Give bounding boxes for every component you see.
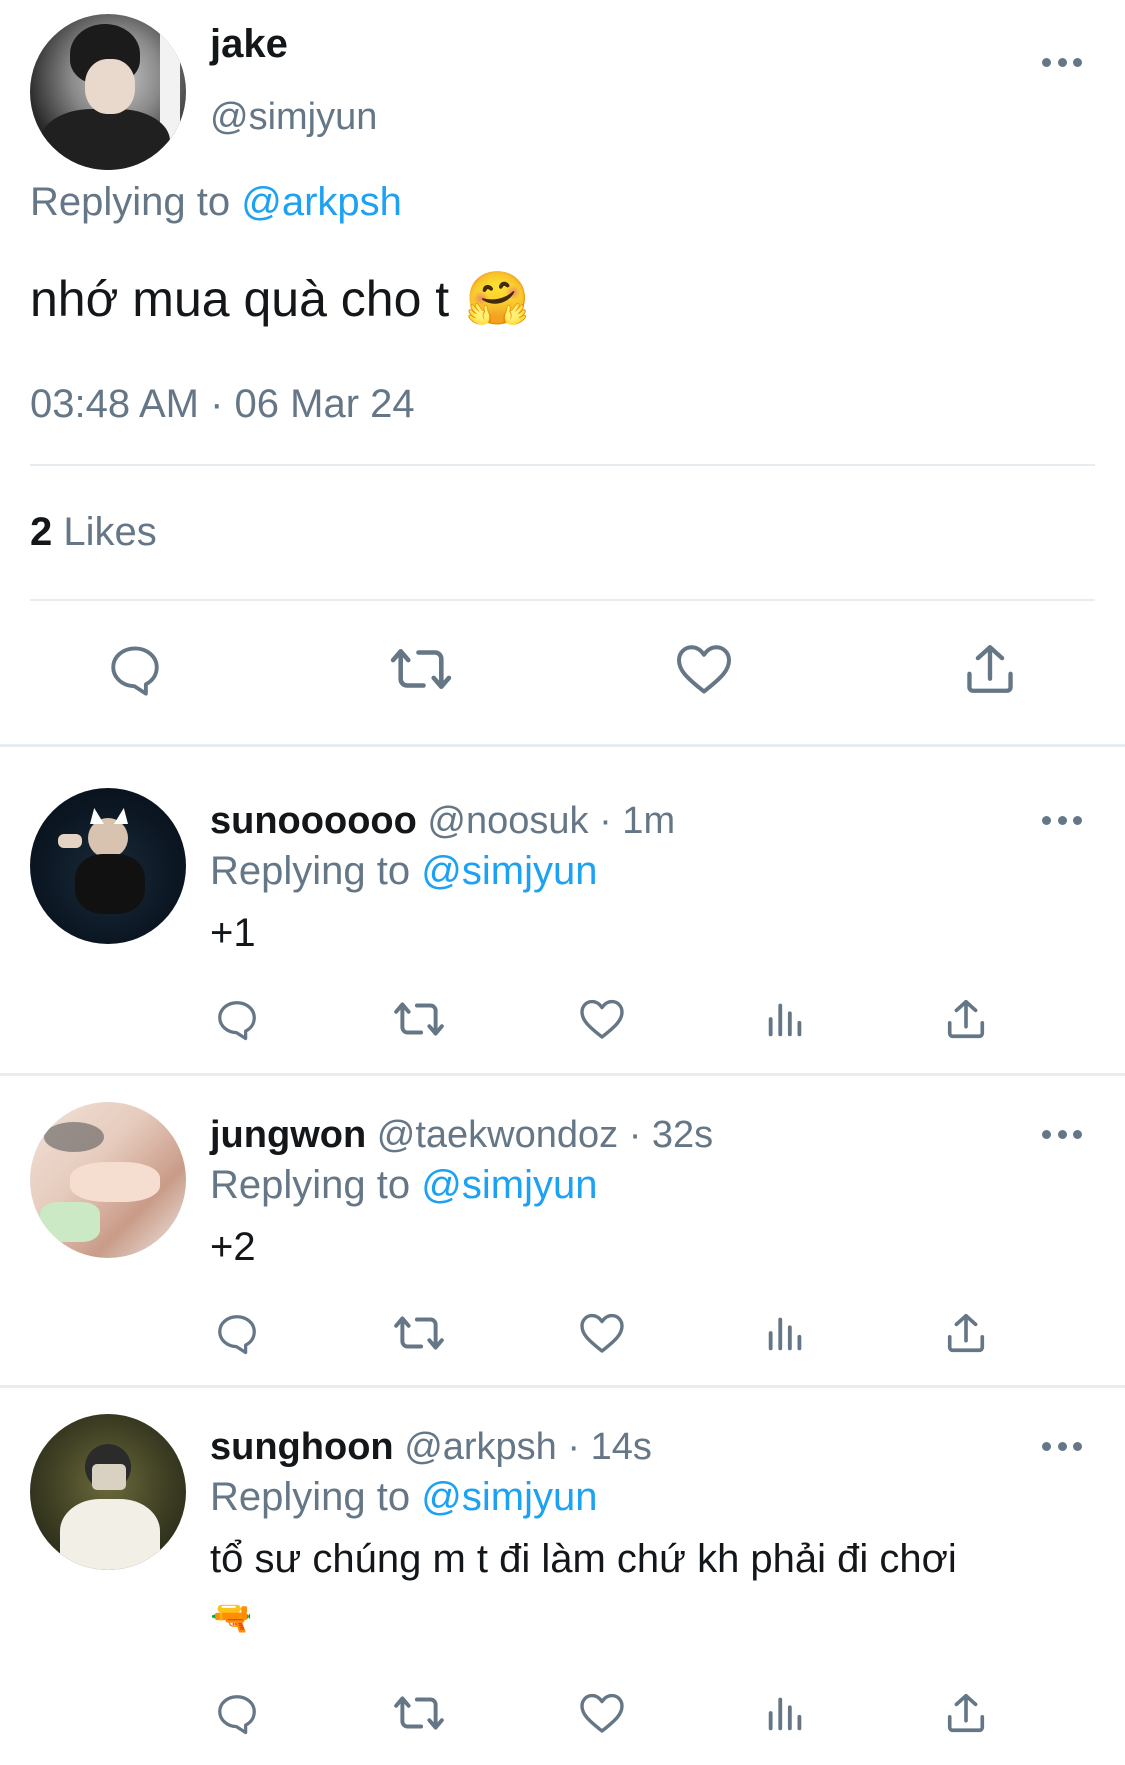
retweet-icon[interactable] bbox=[392, 1310, 446, 1356]
reply-author-name[interactable]: sunghoon bbox=[210, 1426, 394, 1468]
reply-tweet[interactable]: jungwon @taekwondoz · 32s Replying to @s… bbox=[0, 1076, 1125, 1386]
replying-to-line: Replying to @simjyun bbox=[210, 1475, 597, 1520]
likes-number: 2 bbox=[30, 510, 53, 554]
water-pistol-emoji: 🔫 bbox=[210, 1598, 253, 1638]
main-author-name[interactable]: jake bbox=[210, 22, 288, 67]
reply-icon[interactable] bbox=[214, 1690, 260, 1736]
main-tweet: jake @simjyun Replying to @arkpsh nhớ mu… bbox=[0, 0, 1125, 745]
reply-action-bar bbox=[0, 996, 1125, 1046]
more-options-icon[interactable] bbox=[1042, 1128, 1082, 1140]
reply-avatar[interactable] bbox=[30, 788, 186, 944]
replying-prefix: Replying to bbox=[210, 1163, 411, 1207]
divider bbox=[30, 599, 1095, 601]
retweet-icon[interactable] bbox=[388, 640, 454, 698]
more-options-icon[interactable] bbox=[1042, 814, 1082, 826]
replying-prefix: Replying to bbox=[30, 180, 231, 224]
reply-time: · 14s bbox=[567, 1426, 652, 1468]
share-icon[interactable] bbox=[944, 1690, 988, 1736]
divider bbox=[30, 464, 1095, 466]
reply-author-handle[interactable]: @taekwondoz bbox=[377, 1114, 618, 1156]
reply-author-name[interactable]: jungwon bbox=[210, 1114, 366, 1156]
main-action-bar bbox=[0, 640, 1125, 710]
likes-label: Likes bbox=[52, 510, 157, 554]
likes-count[interactable]: 2 Likes bbox=[30, 510, 157, 555]
share-icon[interactable] bbox=[944, 1310, 988, 1356]
replying-to-link[interactable]: @simjyun bbox=[421, 849, 597, 893]
reply-text: +1 bbox=[210, 911, 256, 955]
hugging-face-emoji: 🤗 bbox=[465, 269, 530, 329]
analytics-icon[interactable] bbox=[764, 996, 808, 1042]
reply-header: sunghoon @arkpsh · 14s bbox=[210, 1426, 652, 1469]
retweet-icon[interactable] bbox=[392, 1690, 446, 1736]
like-icon[interactable] bbox=[578, 1310, 626, 1356]
reply-action-bar bbox=[0, 1690, 1125, 1740]
divider bbox=[0, 744, 1125, 747]
reply-time: · 32s bbox=[628, 1114, 714, 1156]
reply-author-handle[interactable]: @noosuk bbox=[427, 800, 588, 842]
replying-to-link[interactable]: @simjyun bbox=[421, 1475, 597, 1519]
more-options-icon[interactable] bbox=[1042, 1440, 1082, 1452]
main-avatar[interactable] bbox=[30, 14, 186, 170]
reply-text: +2 bbox=[210, 1225, 256, 1269]
analytics-icon[interactable] bbox=[764, 1310, 808, 1356]
replying-prefix: Replying to bbox=[210, 1475, 411, 1519]
tweet-text-content: nhớ mua quà cho t bbox=[30, 270, 450, 327]
like-icon[interactable] bbox=[674, 640, 734, 698]
reply-header: sunoooooo @noosuk · 1m bbox=[210, 800, 675, 843]
main-author-handle[interactable]: @simjyun bbox=[210, 96, 377, 139]
replying-to-line: Replying to @simjyun bbox=[210, 849, 597, 894]
reply-author-name[interactable]: sunoooooo bbox=[210, 800, 417, 842]
reply-icon[interactable] bbox=[106, 640, 164, 698]
retweet-icon[interactable] bbox=[392, 996, 446, 1042]
reply-header: jungwon @taekwondoz · 32s bbox=[210, 1114, 713, 1157]
replying-to-line: Replying to @arkpsh bbox=[30, 180, 402, 225]
more-options-icon[interactable] bbox=[1042, 56, 1082, 68]
tweet-timestamp[interactable]: 03:48 AM · 06 Mar 24 bbox=[30, 382, 415, 427]
reply-time: · 1m bbox=[599, 800, 676, 842]
reply-tweet[interactable]: sunoooooo @noosuk · 1m Replying to @simj… bbox=[0, 748, 1125, 1074]
reply-avatar[interactable] bbox=[30, 1102, 186, 1258]
reply-tweet[interactable]: sunghoon @arkpsh · 14s Replying to @simj… bbox=[0, 1388, 1125, 1765]
share-icon[interactable] bbox=[944, 996, 988, 1042]
reply-icon[interactable] bbox=[214, 1310, 260, 1356]
reply-author-handle[interactable]: @arkpsh bbox=[404, 1426, 557, 1468]
replying-to-link[interactable]: @simjyun bbox=[421, 1163, 597, 1207]
like-icon[interactable] bbox=[578, 996, 626, 1042]
tweet-text: nhớ mua quà cho t 🤗 bbox=[30, 268, 530, 329]
share-icon[interactable] bbox=[962, 640, 1018, 698]
replying-prefix: Replying to bbox=[210, 849, 411, 893]
replying-to-link[interactable]: @arkpsh bbox=[241, 180, 402, 224]
like-icon[interactable] bbox=[578, 1690, 626, 1736]
reply-action-bar bbox=[0, 1310, 1125, 1360]
reply-icon[interactable] bbox=[214, 996, 260, 1042]
analytics-icon[interactable] bbox=[764, 1690, 808, 1736]
replying-to-line: Replying to @simjyun bbox=[210, 1163, 597, 1208]
reply-avatar[interactable] bbox=[30, 1414, 186, 1570]
reply-text: tổ sư chúng m t đi làm chứ kh phải đi ch… bbox=[210, 1537, 957, 1581]
